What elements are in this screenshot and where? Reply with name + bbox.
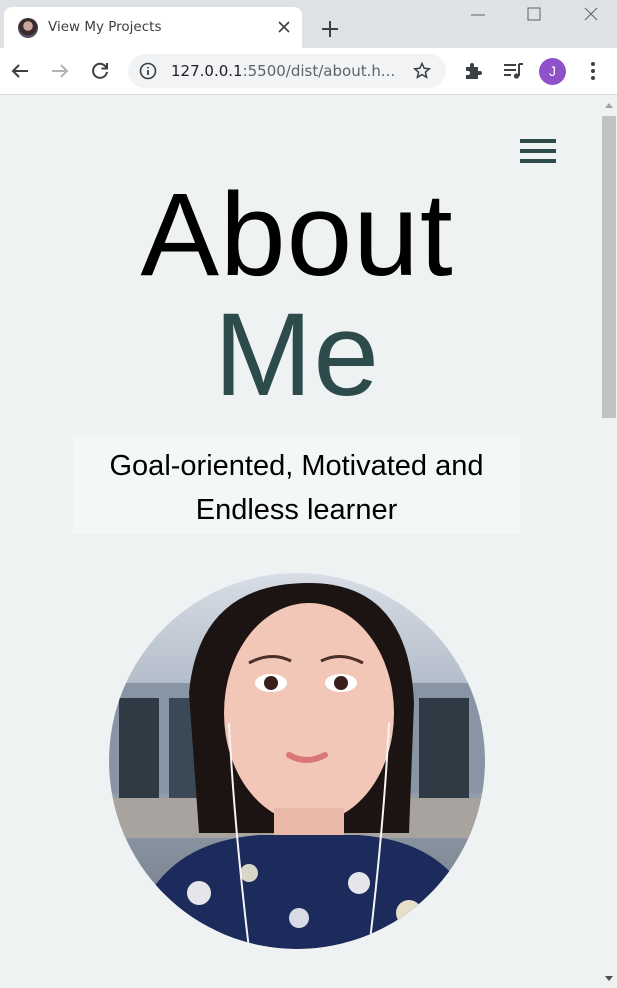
url-host: 127.0.0.1 xyxy=(171,62,243,80)
bookmark-star-icon[interactable] xyxy=(412,61,432,81)
hamburger-menu-icon[interactable] xyxy=(520,139,556,165)
tagline-box: Goal-oriented, Motivated and Endless lea… xyxy=(73,435,520,534)
tab-strip: View My Projects xyxy=(0,0,617,48)
tagline-text: Goal-oriented, Motivated and Endless lea… xyxy=(109,450,484,526)
browser-toolbar: 127.0.0.1:5500/dist/about.h... J xyxy=(0,48,617,95)
media-queue-icon[interactable] xyxy=(501,59,525,83)
page-viewport: About Me Goal-oriented, Motivated and En… xyxy=(0,95,601,988)
address-bar[interactable]: 127.0.0.1:5500/dist/about.h... xyxy=(128,54,446,88)
back-arrow-icon[interactable] xyxy=(8,59,32,83)
profile-photo xyxy=(109,573,485,949)
extensions-puzzle-icon[interactable] xyxy=(461,59,485,83)
reload-icon[interactable] xyxy=(88,59,112,83)
tab-title: View My Projects xyxy=(48,19,162,35)
forward-arrow-icon[interactable] xyxy=(48,59,72,83)
new-tab-icon[interactable] xyxy=(318,17,342,41)
more-menu-icon[interactable] xyxy=(581,59,605,83)
site-info-icon[interactable] xyxy=(138,61,158,81)
page-scrollbar[interactable] xyxy=(601,95,617,988)
page-title-me: Me xyxy=(214,289,380,421)
scroll-up-arrow-icon[interactable] xyxy=(605,101,613,109)
close-window-icon[interactable] xyxy=(577,4,605,26)
url-path: :5500/dist/about.h... xyxy=(242,62,396,80)
browser-tab[interactable]: View My Projects xyxy=(4,7,302,48)
tab-favicon xyxy=(18,18,38,38)
profile-avatar[interactable]: J xyxy=(539,58,566,85)
scroll-thumb[interactable] xyxy=(602,116,616,418)
url-text[interactable]: 127.0.0.1:5500/dist/about.h... xyxy=(171,62,395,80)
page-title-about: About xyxy=(140,169,454,301)
maximize-icon[interactable] xyxy=(520,4,548,26)
scroll-down-arrow-icon[interactable] xyxy=(605,975,613,983)
close-tab-icon[interactable] xyxy=(274,17,294,37)
minimize-icon[interactable] xyxy=(464,4,492,26)
